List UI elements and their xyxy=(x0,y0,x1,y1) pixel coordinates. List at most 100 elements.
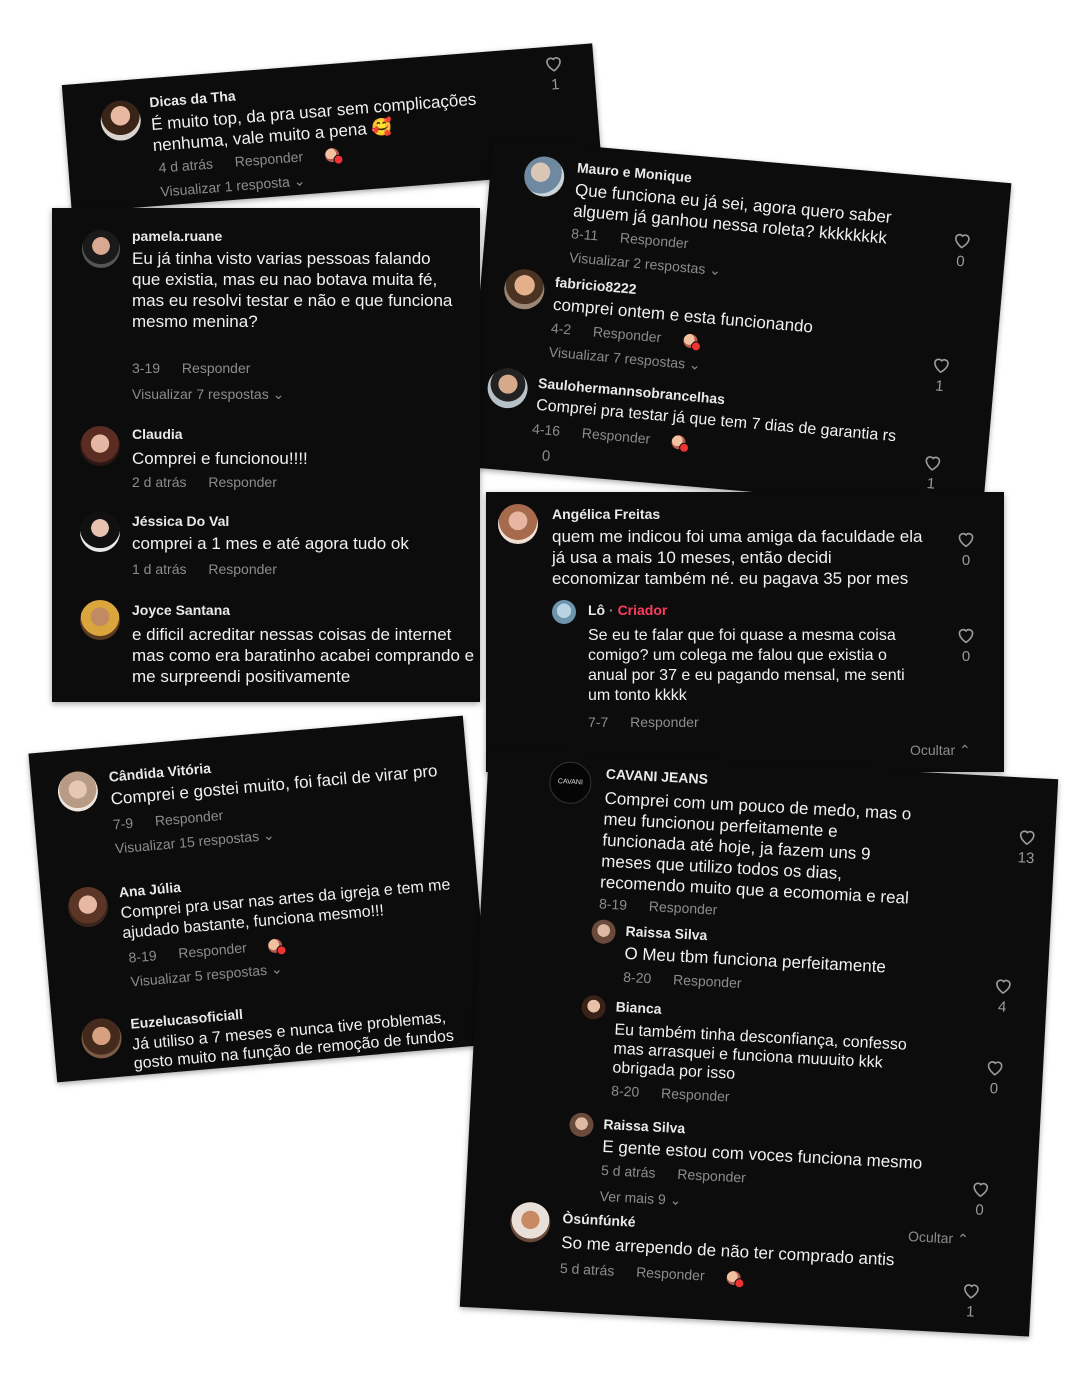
comment-text: Comprei e funcionou!!!! xyxy=(132,449,308,468)
reply-button[interactable]: Responder xyxy=(178,939,248,961)
reply-button[interactable]: Responder xyxy=(677,1166,746,1186)
like-count: 0 xyxy=(961,648,971,665)
comment-author[interactable]: Ana Júlia xyxy=(118,879,181,900)
like-button[interactable]: 13 xyxy=(1012,827,1042,867)
comment-author[interactable]: Joyce Santana xyxy=(132,602,230,618)
avatar[interactable] xyxy=(590,919,617,945)
like-count: 1 xyxy=(550,76,561,94)
view-replies-button[interactable]: Visualizar 15 respostas ⌄ xyxy=(114,827,275,858)
comment-author[interactable]: Òsúnfúnké xyxy=(562,1210,636,1230)
avatar[interactable] xyxy=(99,99,143,143)
sticker-icon xyxy=(671,435,687,451)
brand-avatar[interactable]: CAVANI xyxy=(548,760,593,805)
reply-button[interactable]: Responder xyxy=(208,474,277,490)
avatar[interactable] xyxy=(485,366,530,410)
comment-author[interactable]: Claudia xyxy=(132,426,183,442)
reply-author[interactable]: Raissa Silva xyxy=(625,923,707,943)
see-more-button[interactable]: Ver mais 9 ⌄ xyxy=(599,1188,682,1209)
comment-time: 4-2 xyxy=(550,319,572,338)
avatar[interactable] xyxy=(581,994,607,1020)
brand-logo-text: CAVANI xyxy=(557,778,584,787)
comment-card-candida: Cândida Vitória Comprei e gostei muito, … xyxy=(28,715,492,1083)
hide-replies-button[interactable]: Ocultar ⌃ xyxy=(908,1228,970,1248)
like-count: 1 xyxy=(934,377,945,396)
like-button[interactable]: 0 xyxy=(952,530,980,569)
chevron-down-icon: ⌄ xyxy=(688,355,702,373)
like-button[interactable]: 1 xyxy=(956,1281,986,1321)
avatar[interactable] xyxy=(80,426,120,466)
comment-author[interactable]: Angélica Freitas xyxy=(552,506,660,522)
reply-author: Lô · Criador xyxy=(588,602,667,618)
like-button[interactable]: 0 xyxy=(952,626,980,665)
reply-button[interactable]: Responder xyxy=(673,971,742,991)
like-count: 1 xyxy=(965,1303,975,1321)
like-button[interactable]: 0 xyxy=(946,230,977,271)
chevron-down-icon: ⌄ xyxy=(262,826,276,844)
like-button[interactable]: 1 xyxy=(916,452,947,493)
reply-button[interactable]: Responder xyxy=(154,807,224,829)
reply-button[interactable]: Responder xyxy=(649,898,718,918)
hide-replies-button[interactable]: Ocultar ⌃ xyxy=(910,742,971,759)
comment-author[interactable]: CAVANI JEANS xyxy=(605,766,708,787)
reply-button[interactable]: Responder xyxy=(630,714,699,730)
avatar[interactable] xyxy=(66,885,110,929)
view-replies-button[interactable]: Visualizar 1 resposta ⌄ xyxy=(160,172,306,200)
avatar[interactable] xyxy=(79,1016,124,1061)
reply-button[interactable]: Responder xyxy=(581,425,651,447)
heart-icon xyxy=(958,532,974,548)
comment-card-mauro: Mauro e Monique Que funciona eu já sei, … xyxy=(464,137,1012,513)
heart-icon xyxy=(955,233,970,249)
reply-button[interactable]: Responder xyxy=(636,1264,705,1284)
comment-time: 1 d atrás xyxy=(132,561,187,577)
chevron-down-icon: ⌄ xyxy=(293,172,306,190)
like-button[interactable]: 4 xyxy=(988,976,1018,1016)
reply-author-name[interactable]: Lô xyxy=(588,602,605,618)
like-count: 1 xyxy=(925,475,936,493)
reply-text: Eu também tinha desconfiança, confesso m… xyxy=(612,1021,908,1083)
comment-meta: 2 d atrás Responder xyxy=(132,474,295,490)
view-replies-button[interactable]: Visualizar 7 respostas ⌄ xyxy=(548,344,701,374)
hide-label: Ocultar xyxy=(910,742,956,758)
avatar[interactable] xyxy=(522,154,566,199)
avatar[interactable] xyxy=(82,230,120,268)
like-count: 0 xyxy=(961,552,971,569)
reply-button[interactable]: Responder xyxy=(182,360,251,376)
view-replies-button[interactable]: Visualizar 2 respostas ⌄ xyxy=(568,249,722,279)
avatar[interactable] xyxy=(509,1201,552,1244)
like-button[interactable]: 0 xyxy=(965,1179,995,1219)
avatar[interactable] xyxy=(552,600,576,624)
chevron-down-icon: ⌄ xyxy=(708,261,722,279)
avatar[interactable] xyxy=(498,504,538,544)
reply-button[interactable]: Responder xyxy=(661,1085,730,1105)
comment-meta: 1 d atrás Responder xyxy=(132,561,295,577)
view-replies-button[interactable]: Visualizar 5 respostas ⌄ xyxy=(130,960,283,990)
heart-icon xyxy=(934,358,949,374)
comment-text: quem me indicou foi uma amiga da faculda… xyxy=(552,527,923,588)
reply-button[interactable]: Responder xyxy=(208,561,277,577)
reply-author[interactable]: Bianca xyxy=(615,998,662,1016)
comment-author[interactable]: Jéssica Do Val xyxy=(132,513,229,529)
comment-author[interactable]: fabricio8222 xyxy=(554,274,637,297)
avatar[interactable] xyxy=(80,512,120,552)
comment-author[interactable]: pamela.ruane xyxy=(132,228,222,244)
comment-time: 8-19 xyxy=(127,947,158,966)
avatar[interactable] xyxy=(568,1112,595,1138)
avatar[interactable] xyxy=(502,267,546,311)
reply-button[interactable]: Responder xyxy=(619,229,689,251)
like-button[interactable]: 0 xyxy=(979,1058,1009,1098)
view-replies-label: Visualizar 7 respostas xyxy=(132,386,269,402)
reply-author[interactable]: Raissa Silva xyxy=(603,1116,685,1136)
avatar[interactable] xyxy=(56,769,100,814)
like-button[interactable]: 1 xyxy=(925,355,956,396)
chevron-down-icon: ⌄ xyxy=(669,1191,682,1209)
reply-button[interactable]: Responder xyxy=(234,148,304,169)
reply-time: 7-7 xyxy=(588,714,609,730)
comment-author[interactable]: Dicas da Tha xyxy=(149,87,236,110)
like-button[interactable]: 1 xyxy=(539,53,570,94)
heart-icon xyxy=(925,456,941,471)
avatar[interactable] xyxy=(80,600,120,640)
view-replies-label: Visualizar 1 resposta xyxy=(159,173,291,200)
reply-button[interactable]: Responder xyxy=(592,323,662,345)
comment-time: 8-19 xyxy=(598,895,628,913)
view-replies-button[interactable]: Visualizar 7 respostas ⌄ xyxy=(132,386,284,403)
